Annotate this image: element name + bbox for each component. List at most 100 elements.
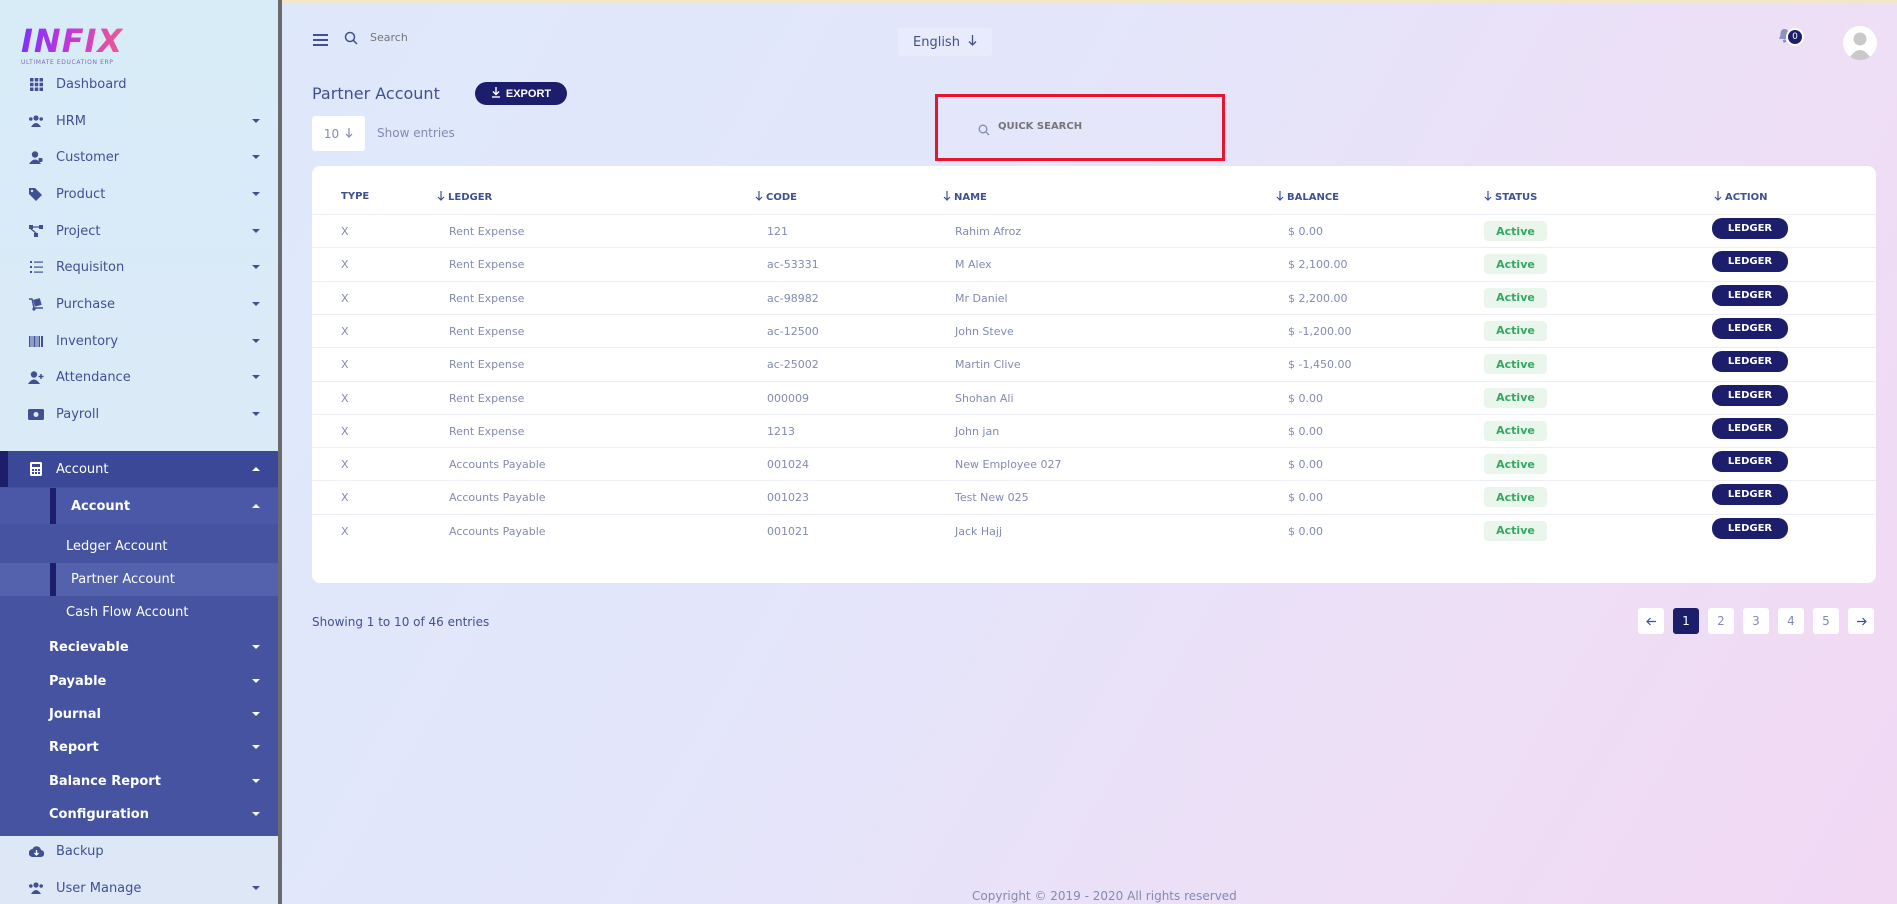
ledger-button[interactable]: LEDGER — [1712, 351, 1788, 373]
cell-name: John Steve — [955, 324, 1014, 338]
sidebar-item-label: Backup — [56, 843, 104, 859]
cell-name: Shohan Ali — [955, 391, 1014, 405]
sidebar-subitem-account[interactable]: Account — [0, 488, 278, 524]
column-header-label: TYPE — [341, 191, 370, 202]
page-button-4[interactable]: 4 — [1778, 608, 1804, 634]
logo[interactable]: INFIX ULTIMATE EDUCATION ERP — [21, 24, 123, 66]
ledger-button[interactable]: LEDGER — [1712, 251, 1788, 273]
column-header-ledger[interactable]: LEDGER — [437, 191, 492, 204]
column-header-balance[interactable]: BALANCE — [1276, 191, 1339, 204]
ledger-button[interactable]: LEDGER — [1712, 517, 1788, 539]
sidebar-item-inventory[interactable]: Inventory — [0, 323, 278, 359]
sidebar-child-partner-account[interactable]: Partner Account — [0, 563, 278, 596]
sidebar-item-attendance[interactable]: Attendance — [0, 359, 278, 395]
cell-ledger: Rent Expense — [449, 291, 525, 305]
sidebar-item-payroll[interactable]: Payroll — [0, 396, 278, 432]
page-button-1[interactable]: 1 — [1673, 608, 1699, 634]
ledger-button[interactable]: LEDGER — [1712, 484, 1788, 506]
sidebar-child-cash-flow-account[interactable]: Cash Flow Account — [0, 596, 278, 629]
sidebar-item-account[interactable]: Account — [0, 451, 278, 487]
cell-balance: $ 0.00 — [1288, 225, 1323, 238]
sidebar-item-hrm[interactable]: HRM — [0, 103, 278, 139]
cell-type: X — [341, 225, 349, 238]
column-header-label: BALANCE — [1287, 192, 1340, 203]
cell-balance: $ -1,200.00 — [1288, 324, 1352, 338]
sidebar-item-requisiton[interactable]: Requisiton — [0, 249, 278, 285]
menu-icon[interactable] — [313, 34, 328, 46]
cell-ledger: Rent Expense — [449, 324, 525, 338]
sidebar-item-label: Dashboard — [56, 76, 127, 92]
sidebar-item-product[interactable]: Product — [0, 176, 278, 212]
cell-balance: $ 0.00 — [1288, 524, 1323, 538]
column-header-label: LEDGER — [448, 192, 493, 203]
ledger-button[interactable]: LEDGER — [1712, 417, 1788, 439]
table-row: X Rent Expense ac-53331 M Alex $ 2,100.00 Act… — [312, 247, 1876, 280]
sidebar-child-label: Ledger Account — [66, 539, 168, 554]
status-badge: Active — [1484, 287, 1547, 308]
sidebar-group-configuration[interactable]: Configuration — [0, 796, 278, 832]
cloud-icon — [28, 843, 44, 859]
page-button-2[interactable]: 2 — [1708, 608, 1734, 634]
table-row: X Rent Expense 1213 John jan $ 0.00 Active LED… — [312, 413, 1876, 447]
column-header-code[interactable]: CODE — [755, 191, 797, 204]
chevron-down-icon — [252, 779, 260, 783]
sidebar-item-backup[interactable]: Backup — [0, 833, 278, 869]
users-icon — [28, 113, 44, 129]
avatar[interactable] — [1843, 26, 1877, 60]
sidebar-item-project[interactable]: Project — [0, 213, 278, 249]
dashboard-icon — [28, 76, 44, 92]
sidebar-item-dashboard[interactable]: Dashboard — [0, 66, 278, 102]
sidebar-group-journal[interactable]: Journal — [0, 696, 278, 732]
sidebar-item-customer[interactable]: Customer — [0, 139, 278, 175]
next-page-button[interactable] — [1848, 608, 1874, 634]
sidebar-item-purchase[interactable]: Purchase — [0, 286, 278, 322]
sidebar-group-payable[interactable]: Payable — [0, 663, 278, 699]
quick-search-highlight — [935, 94, 1225, 161]
search-input[interactable] — [370, 31, 520, 44]
sort-arrow-icon — [943, 191, 951, 204]
entries-select[interactable]: 10 — [312, 116, 365, 151]
sidebar-group-label: Recievable — [49, 639, 129, 655]
account-section: Account Account Ledger Account Partner A… — [0, 451, 278, 836]
column-header-label: CODE — [766, 192, 797, 203]
sidebar-group-recievable[interactable]: Recievable — [0, 629, 278, 665]
money-icon — [28, 406, 44, 422]
sidebar-item-label: Product — [56, 186, 106, 202]
ledger-button[interactable]: LEDGER — [1712, 384, 1788, 406]
chevron-down-icon — [252, 712, 260, 716]
search-icon — [344, 31, 358, 48]
ledger-button[interactable]: LEDGER — [1712, 317, 1788, 339]
cell-name: John jan — [955, 424, 1000, 438]
ledger-button[interactable]: LEDGER — [1712, 284, 1788, 306]
cell-ledger: Accounts Payable — [449, 491, 546, 505]
sidebar-group-report[interactable]: Report — [0, 729, 278, 765]
export-button[interactable]: EXPORT — [475, 82, 567, 105]
sidebar-group-balance-report[interactable]: Balance Report — [0, 763, 278, 799]
chevron-down-icon — [252, 745, 260, 749]
chevron-down-icon — [252, 265, 260, 269]
page-button-5[interactable]: 5 — [1813, 608, 1839, 634]
ledger-button[interactable]: LEDGER — [1712, 451, 1788, 473]
column-header-status[interactable]: STATUS — [1484, 191, 1537, 204]
export-label: EXPORT — [505, 87, 552, 100]
entries-label: Show entries — [377, 126, 455, 140]
column-header-action[interactable]: ACTION — [1714, 191, 1768, 204]
cell-type: X — [341, 291, 349, 305]
sort-arrow-icon — [437, 191, 445, 204]
column-header-type[interactable]: TYPE — [341, 191, 369, 202]
cell-name: Rahim Afroz — [955, 225, 1022, 238]
sidebar-item-user-manage[interactable]: User Manage — [0, 870, 278, 904]
quick-search-input[interactable] — [998, 121, 1198, 132]
previous-page-button[interactable] — [1638, 608, 1664, 634]
notification-badge: 0 — [1786, 28, 1804, 46]
language-select[interactable]: English — [898, 28, 992, 56]
ledger-button[interactable]: LEDGER — [1712, 218, 1788, 239]
calculator-icon — [28, 461, 44, 477]
table-row: X Rent Expense 121 Rahim Afroz $ 0.00 Active L… — [312, 214, 1876, 247]
column-header-name[interactable]: NAME — [943, 191, 987, 204]
chevron-down-icon — [252, 886, 260, 890]
table-row: X Rent Expense ac-12500 John Steve $ -1,200.… — [312, 313, 1876, 347]
sidebar-child-ledger-account[interactable]: Ledger Account — [0, 530, 278, 563]
page-button-3[interactable]: 3 — [1743, 608, 1769, 634]
cell-balance: $ 0.00 — [1288, 491, 1323, 505]
